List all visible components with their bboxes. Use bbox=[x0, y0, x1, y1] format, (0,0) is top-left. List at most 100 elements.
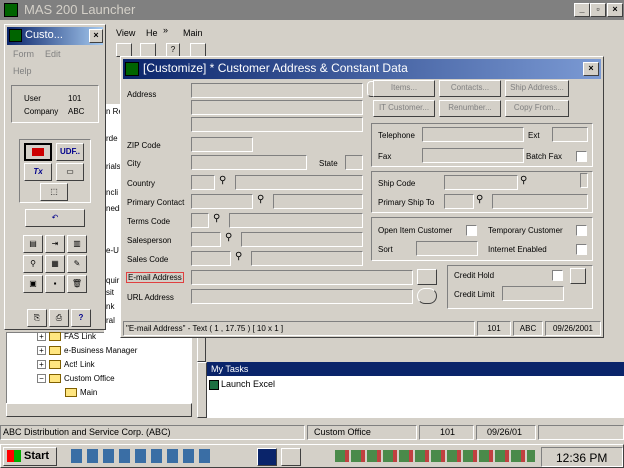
properties-tool[interactable]: ✎ bbox=[67, 255, 87, 273]
address-line-1[interactable] bbox=[191, 83, 363, 98]
sales-code-field[interactable] bbox=[191, 251, 231, 266]
undo-button[interactable]: ↶ bbox=[25, 209, 85, 227]
sort-field[interactable] bbox=[416, 241, 478, 256]
taskbar-app-2[interactable] bbox=[281, 448, 301, 466]
email-button[interactable] bbox=[417, 269, 437, 285]
tree-item-act-link[interactable]: + Act! Link bbox=[37, 360, 95, 370]
credit-hold-button[interactable] bbox=[570, 268, 586, 284]
zoom-tool[interactable]: ⚲ bbox=[23, 255, 43, 273]
ext-field[interactable] bbox=[552, 127, 588, 142]
launcher-titlebar[interactable]: MAS 200 Launcher _ ▫ × bbox=[0, 0, 624, 20]
field-tool[interactable] bbox=[24, 143, 52, 161]
internet-enabled-checkbox[interactable] bbox=[576, 244, 587, 255]
frame-tool[interactable]: ▭ bbox=[56, 163, 84, 181]
exit-tool[interactable]: ⎘ bbox=[27, 309, 47, 327]
contacts-button[interactable]: Contacts... bbox=[439, 80, 501, 97]
tree-hscroll[interactable] bbox=[6, 403, 192, 417]
zip-field[interactable] bbox=[191, 137, 253, 152]
batch-fax-label: Batch Fax bbox=[526, 152, 563, 161]
url-field[interactable] bbox=[191, 289, 413, 304]
splitter-bar[interactable] bbox=[197, 334, 206, 362]
panel-menu-form[interactable]: Form bbox=[13, 49, 34, 59]
tab-order-tool[interactable]: ⇥ bbox=[45, 235, 65, 253]
tree-item-main[interactable]: Main bbox=[65, 388, 97, 398]
items-button[interactable]: Items... bbox=[373, 80, 435, 97]
primary-ship-to-field[interactable] bbox=[444, 194, 474, 209]
quicklaunch-icons[interactable] bbox=[71, 449, 211, 463]
tray-icons[interactable] bbox=[335, 450, 535, 462]
task-launch-excel[interactable]: Launch Excel bbox=[221, 379, 275, 389]
folder-icon bbox=[49, 360, 61, 370]
url-button[interactable] bbox=[417, 288, 437, 304]
address-line-2[interactable] bbox=[191, 100, 363, 115]
fax-field[interactable] bbox=[422, 148, 524, 163]
taskbar-app-1[interactable] bbox=[257, 448, 277, 466]
close-button[interactable]: × bbox=[607, 3, 623, 17]
udf-tool[interactable]: UDF.. bbox=[56, 143, 84, 161]
restore-button[interactable]: ▫ bbox=[590, 3, 606, 17]
dialog-titlebar[interactable]: [Customize] * Customer Address & Constan… bbox=[123, 59, 601, 79]
open-item-checkbox[interactable] bbox=[466, 225, 477, 236]
it-customer-button[interactable]: IT Customer... bbox=[373, 100, 435, 117]
panel-menu-edit[interactable]: Edit bbox=[45, 49, 61, 59]
company-value: ABC bbox=[68, 107, 85, 116]
select-tool[interactable]: ⬚ bbox=[40, 183, 68, 201]
ship-address-button[interactable]: Ship Address... bbox=[505, 80, 569, 97]
launcher-tool-4[interactable] bbox=[190, 43, 206, 57]
dialog-close-button[interactable]: × bbox=[583, 62, 599, 76]
launcher-tool-2[interactable] bbox=[140, 43, 156, 57]
credit-hold-checkbox[interactable] bbox=[552, 270, 563, 281]
menu-main[interactable]: Main bbox=[183, 28, 203, 38]
launcher-tool-1[interactable] bbox=[116, 43, 132, 57]
tree-item-custom-office[interactable]: − Custom Office bbox=[37, 374, 115, 384]
country-lookup-icon[interactable]: ⚲ bbox=[219, 176, 226, 186]
menu-more[interactable]: » bbox=[163, 25, 168, 35]
start-button[interactable]: Start bbox=[3, 447, 57, 466]
city-field[interactable] bbox=[191, 155, 307, 170]
tree-item-ebusiness[interactable]: + e-Business Manager bbox=[37, 346, 137, 356]
collapse-icon[interactable]: − bbox=[37, 374, 46, 384]
email-label[interactable]: E-mail Address bbox=[126, 272, 184, 283]
telephone-field[interactable] bbox=[422, 127, 524, 142]
credit-limit-field[interactable] bbox=[502, 286, 564, 301]
expand-icon[interactable]: + bbox=[37, 332, 46, 342]
terms-code-field[interactable] bbox=[191, 213, 209, 228]
renumber-button[interactable]: Renumber... bbox=[439, 100, 501, 117]
tx-tool[interactable]: Tx bbox=[24, 163, 52, 181]
panel-close-button[interactable]: × bbox=[89, 29, 103, 43]
tasks-scroll[interactable] bbox=[197, 362, 207, 418]
save-tool[interactable]: ▪ bbox=[45, 275, 65, 293]
align-right-tool[interactable]: ▥ bbox=[67, 235, 87, 253]
address-line-3[interactable] bbox=[191, 117, 363, 132]
primary-contact-field[interactable] bbox=[191, 194, 253, 209]
terms-lookup-icon[interactable]: ⚲ bbox=[213, 214, 220, 224]
ship-to-lookup-icon[interactable]: ⚲ bbox=[476, 195, 483, 205]
salesperson-lookup-icon[interactable]: ⚲ bbox=[225, 233, 232, 243]
ship-code-field[interactable] bbox=[444, 175, 518, 190]
contact-lookup-icon[interactable]: ⚲ bbox=[257, 195, 264, 205]
preview-tool[interactable]: ▣ bbox=[23, 275, 43, 293]
expand-icon[interactable]: + bbox=[37, 346, 46, 356]
delete-tool[interactable]: 🗑 bbox=[67, 275, 87, 293]
launcher-help-tool[interactable]: ? bbox=[166, 43, 180, 57]
help-tool[interactable]: ? bbox=[71, 309, 91, 327]
ship-code-lookup-icon[interactable]: ⚲ bbox=[520, 176, 527, 186]
customize-panel-titlebar[interactable]: Custo... × bbox=[7, 27, 103, 45]
menu-view[interactable]: View bbox=[116, 28, 135, 38]
state-field[interactable] bbox=[345, 155, 363, 170]
temporary-checkbox[interactable] bbox=[576, 225, 587, 236]
country-field[interactable] bbox=[191, 175, 215, 190]
menu-help[interactable]: He bbox=[146, 28, 158, 38]
salesperson-field[interactable] bbox=[191, 232, 221, 247]
email-field[interactable] bbox=[191, 270, 413, 285]
copy-from-button[interactable]: Copy From... bbox=[505, 100, 569, 117]
expand-icon[interactable]: + bbox=[37, 360, 46, 370]
align-left-tool[interactable]: ▤ bbox=[23, 235, 43, 253]
grid-tool[interactable]: ▦ bbox=[45, 255, 65, 273]
print-tool[interactable]: ⎙ bbox=[49, 309, 69, 327]
sales-code-lookup-icon[interactable]: ⚲ bbox=[235, 252, 242, 262]
batch-fax-checkbox[interactable] bbox=[576, 151, 587, 162]
tree-item-fas-link[interactable]: + FAS Link bbox=[37, 332, 96, 342]
panel-menu-help[interactable]: Help bbox=[13, 66, 32, 76]
minimize-button[interactable]: _ bbox=[574, 3, 590, 17]
